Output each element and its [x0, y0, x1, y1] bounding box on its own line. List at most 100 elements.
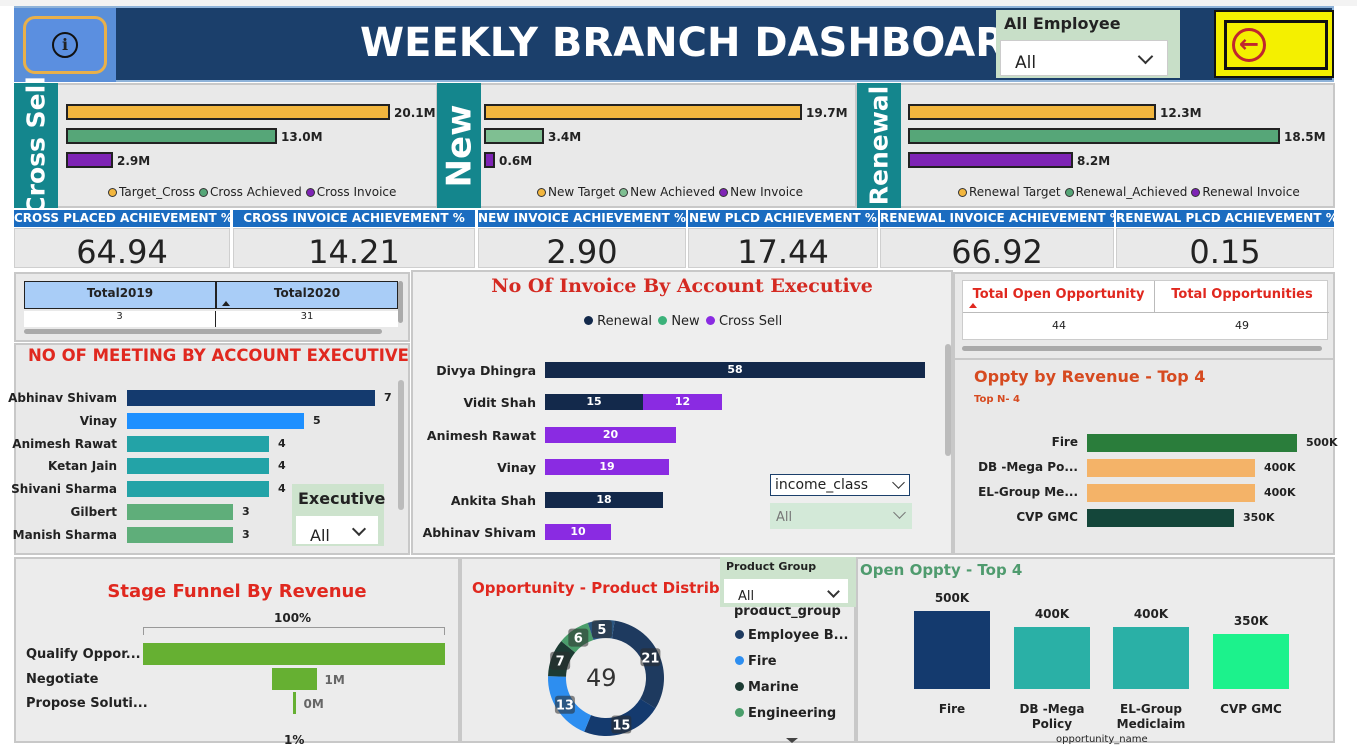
open-oppty-bar [914, 611, 990, 689]
renewal-legend-dot-1 [1064, 188, 1074, 197]
revenue-bar-value: 500K [1306, 436, 1338, 449]
employee-filter-label: All Employee [1004, 14, 1121, 33]
cross_sell-legend-dot-1 [199, 188, 209, 197]
kpi-label: NEW PLCD ACHIEVEMENT % [688, 210, 878, 227]
product-legend-item: Employee B... [748, 628, 849, 643]
kpi-label: CROSS PLACED ACHIEVEMENT % [14, 210, 230, 227]
kpi-value: 2.90 [478, 228, 686, 271]
employee-select[interactable]: All [1000, 40, 1168, 76]
cross_sell-bar-0 [66, 104, 390, 120]
funnel-bar-value: 1M [324, 673, 345, 687]
meeting-row-label: Vinay [79, 413, 117, 428]
invoice-bar-cross-sell: 12 [643, 394, 722, 411]
renewal-bar-1 [908, 128, 1280, 144]
legend-dot-new [658, 316, 668, 325]
employee-filter[interactable]: All Employee All [996, 10, 1180, 78]
renewal-legend-dot-2 [1191, 188, 1201, 197]
kpi-value: 64.94 [14, 228, 230, 271]
new-bar-value-1: 3.4M [548, 130, 582, 144]
product-group-select-value: All [738, 589, 755, 604]
cross_sell-legend-dot-0 [108, 188, 117, 197]
open-oppty-bar-label: CVP GMC [1220, 702, 1282, 716]
new-legend-dot-0 [537, 188, 546, 197]
cross_sell-bar-value-1: 13.0M [281, 130, 323, 144]
cross-sell-side-label: Cross Sell [14, 76, 58, 215]
revenue-bar [1087, 434, 1297, 452]
invoice-chart-title: No Of Invoice By Account Executive [491, 275, 873, 297]
renewal-legend-item-0: Renewal Target [969, 185, 1061, 199]
donut-slice-label: 7 [556, 655, 565, 670]
table-header-open-opportunity[interactable]: Total Open Opportunity [963, 281, 1155, 313]
donut-slice-label: 15 [612, 719, 630, 734]
new-bar-0 [484, 104, 802, 120]
invoice-bar-cross-sell: 10 [545, 524, 611, 540]
renewal-side-label: Renewal [857, 83, 901, 208]
invoice-bar-renewal: 58 [545, 362, 925, 378]
new-legend-item-2: New Invoice [730, 185, 804, 199]
product-legend-dot [735, 630, 744, 639]
table-header-total2019[interactable]: Total2019 [24, 281, 216, 309]
funnel-bar-value: 0M [303, 697, 324, 711]
open-oppty-bar-label: DB -Mega Policy [1019, 702, 1085, 731]
legend-renewal: Renewal [597, 314, 653, 329]
legend-dot-renewal [584, 316, 593, 325]
donut-slice-label: 5 [597, 623, 606, 638]
revenue-row-label: EL-Group Me... [978, 485, 1078, 499]
table-header-total-opportunities[interactable]: Total Opportunities [1155, 281, 1329, 313]
oppty-revenue-subtitle: Top N- 4 [974, 394, 1020, 405]
table-cell: 3 [24, 311, 216, 327]
cross_sell-legend-dot-2 [305, 188, 315, 197]
renewal-bar-0 [908, 104, 1156, 120]
new-bar-value-2: 0.6M [499, 154, 533, 168]
funnel-scale-line [143, 627, 445, 635]
open-oppty-bar-label: EL-Group Mediclaim [1116, 702, 1186, 731]
oppty-revenue-title: Oppty by Revenue - Top 4 [974, 367, 1206, 386]
funnel-bar [292, 692, 296, 714]
funnel-row-label: Qualify Oppor... [26, 647, 141, 662]
open-oppty-bar [1014, 627, 1090, 689]
opportunity-table-scrollbar[interactable] [962, 346, 1322, 351]
new-legend-dot-2 [719, 188, 729, 197]
horizontal-scrollbar[interactable] [24, 329, 382, 334]
funnel-row-label: Propose Soluti... [26, 696, 148, 711]
funnel-row-label: Negotiate [26, 672, 99, 687]
page-title: WEEKLY BRANCH DASHBOARD [360, 20, 1040, 66]
renewal-legend-item-1: Renewal_Achieved [1075, 185, 1188, 199]
legend-new: New [671, 314, 700, 329]
table-cell: 49 [1235, 319, 1249, 332]
back-button[interactable]: ← [1214, 10, 1334, 78]
table-cell: 31 [216, 311, 398, 327]
table-header-total2020[interactable]: Total2020 [216, 281, 398, 309]
vertical-scrollbar[interactable] [398, 281, 403, 323]
kpi-value: 17.44 [688, 228, 878, 271]
meeting-bar-value: 5 [313, 413, 321, 427]
product-group-filter[interactable]: Product Group All [720, 557, 856, 607]
new-legend-item-1: New Achieved [630, 185, 716, 199]
cross_sell-bar-1 [66, 128, 277, 144]
employee-select-value: All [1015, 53, 1037, 73]
info-icon: i [23, 16, 107, 74]
info-button[interactable]: i [14, 8, 116, 82]
renewal-legend-item-2: Renewal Invoice [1202, 185, 1300, 199]
product-group-select[interactable]: All [724, 579, 848, 604]
table-cell: 44 [1052, 319, 1066, 332]
kpi-label: RENEWAL INVOICE ACHIEVEMENT % [880, 210, 1114, 227]
donut-total: 49 [586, 664, 617, 692]
funnel-title: Stage Funnel By Revenue [107, 581, 367, 602]
sort-ascending-icon [969, 303, 977, 308]
kpi-value: 14.21 [233, 228, 475, 271]
legend-scroll-down-icon[interactable] [786, 738, 798, 743]
cross_sell-legend-item-2: Cross Invoice [316, 185, 397, 199]
funnel-top-label: 100% [274, 611, 312, 625]
invoice-chart-legend: Renewal New Cross Sell [584, 314, 782, 329]
cross_sell-bar-2 [66, 152, 113, 168]
kpi-label: RENEWAL PLCD ACHIEVEMENT % [1116, 210, 1334, 227]
open-oppty-bar-value: 350K [1233, 614, 1269, 628]
invoice-bar-renewal: 15 [545, 394, 643, 411]
product-legend-dot [735, 656, 744, 665]
new-side-label: New [437, 83, 481, 208]
revenue-bar [1087, 459, 1255, 477]
chevron-down-icon [1137, 48, 1154, 65]
funnel-bottom-label: 1% [284, 733, 305, 747]
revenue-bar-value: 400K [1264, 486, 1296, 499]
